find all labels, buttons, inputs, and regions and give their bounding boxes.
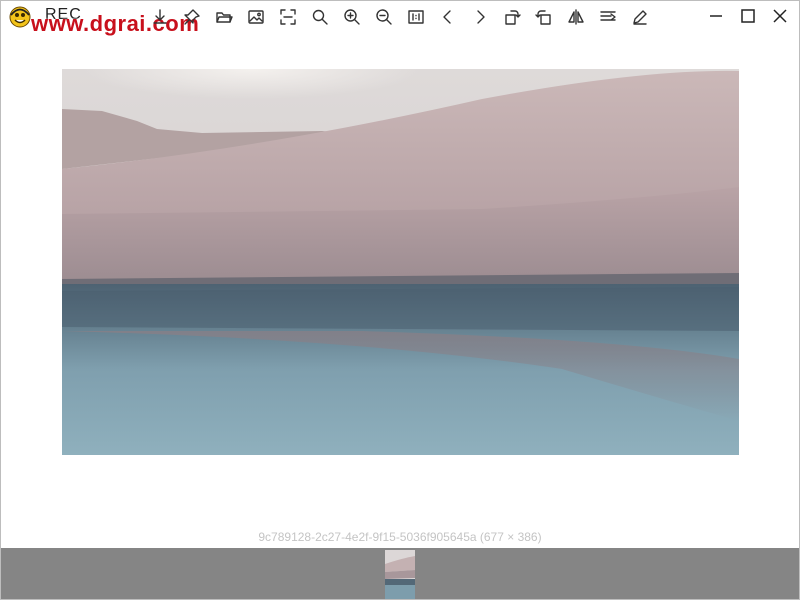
watermark-text: www.dgrai.com — [31, 11, 200, 36]
edit-icon[interactable] — [627, 4, 653, 30]
pin-icon[interactable] — [179, 4, 205, 30]
next-icon[interactable] — [467, 4, 493, 30]
flip-horizontal-icon[interactable] — [563, 4, 589, 30]
fit-screen-icon[interactable] — [275, 4, 301, 30]
actual-size-icon[interactable] — [403, 4, 429, 30]
app-logo-icon — [9, 6, 31, 28]
image-icon[interactable] — [243, 4, 269, 30]
dune-lake-picture — [62, 69, 739, 455]
minimize-icon[interactable] — [700, 1, 732, 31]
search-icon[interactable] — [307, 4, 333, 30]
rotate-right-icon[interactable] — [499, 4, 525, 30]
maximize-icon[interactable] — [732, 1, 764, 31]
folder-open-icon[interactable] — [211, 4, 237, 30]
filmstrip — [1, 548, 799, 599]
previous-icon[interactable] — [435, 4, 461, 30]
align-icon[interactable] — [595, 4, 621, 30]
image-info-caption: 9c789128-2c27-4e2f-9f15-5036f905645a (67… — [258, 530, 542, 544]
zoom-out-icon[interactable] — [371, 4, 397, 30]
toolbar: REC www.dgrai.com — [1, 1, 799, 36]
rotate-left-icon[interactable] — [531, 4, 557, 30]
thumbnail-image — [385, 550, 415, 599]
zoom-in-icon[interactable] — [339, 4, 365, 30]
thumbnail-selected[interactable] — [385, 550, 415, 599]
displayed-image[interactable] — [62, 69, 739, 455]
download-icon[interactable] — [147, 4, 173, 30]
close-icon[interactable] — [764, 1, 796, 31]
image-viewer-window: REC www.dgrai.com 9c789128-2c27-4e2f-9f1… — [0, 0, 800, 600]
